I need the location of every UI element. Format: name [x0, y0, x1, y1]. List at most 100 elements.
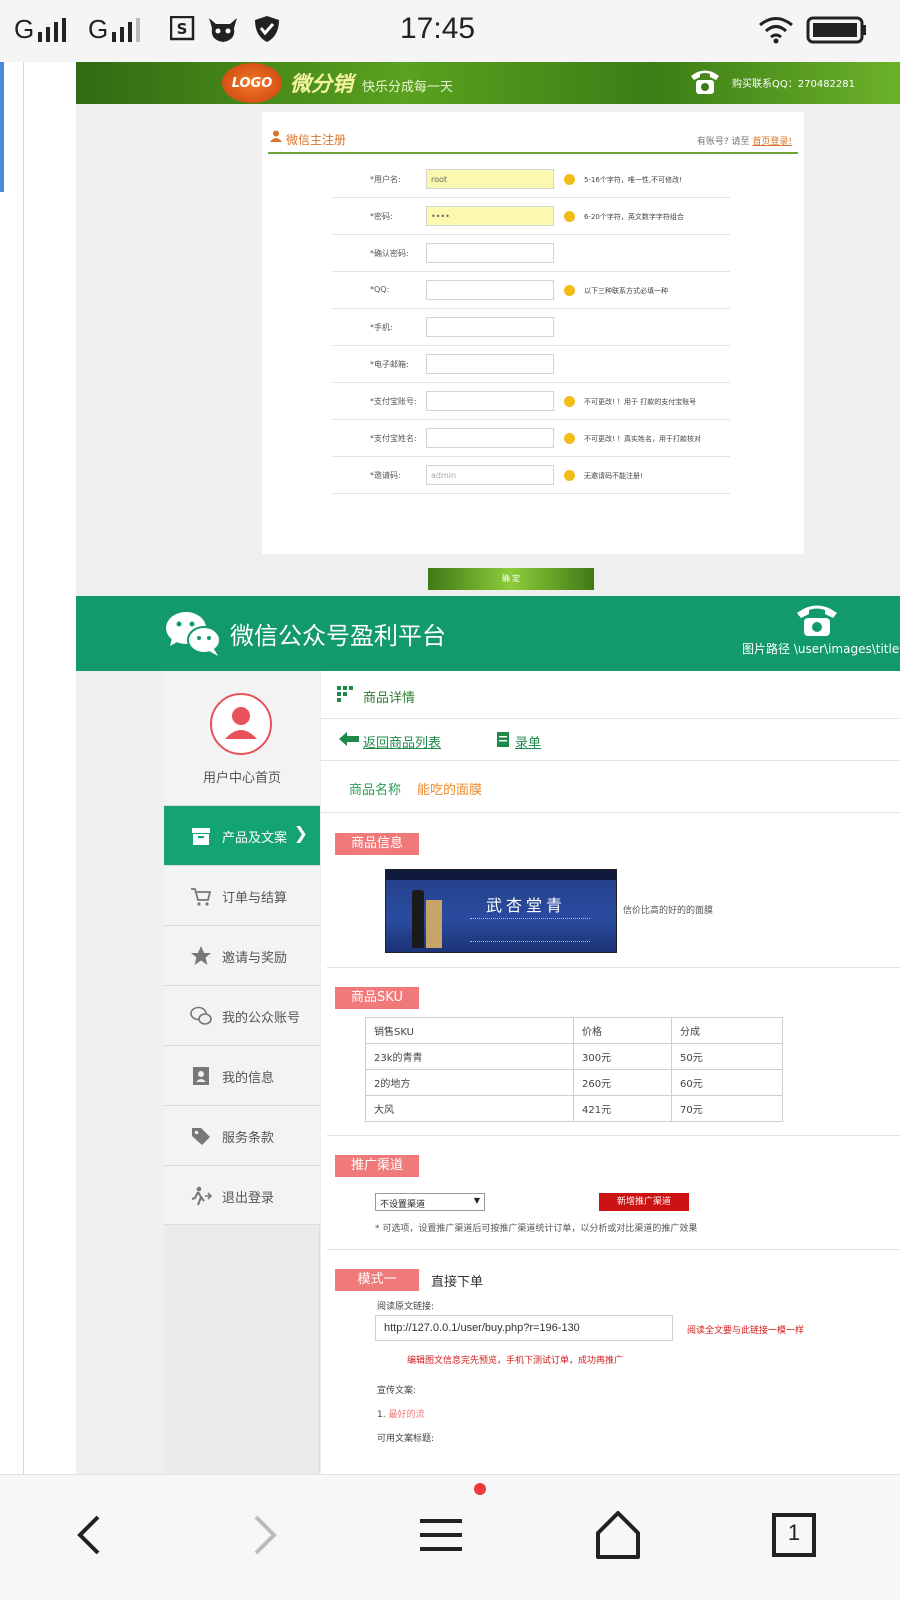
record-order-link[interactable]: 录单 — [515, 732, 541, 751]
page-title: 商品详情 — [363, 691, 416, 706]
field-label: *用户名: — [370, 175, 401, 184]
browser-bottom-nav: 1 — [0, 1474, 900, 1600]
qq-contact: 购买联系QQ：270482281 — [732, 79, 856, 90]
field-label: *密码: — [370, 212, 393, 221]
table-cell: 70元 — [671, 1095, 783, 1122]
brand-name: 微分销 — [290, 72, 353, 96]
table-header: 分成 — [671, 1017, 783, 1044]
promo-label: 宣传文案: — [377, 1386, 417, 1396]
qq-field[interactable] — [426, 280, 554, 300]
product-name: 能吃的面膜 — [417, 783, 483, 798]
section-tag-info: 商品信息 — [335, 833, 419, 855]
section-tag-sku: 商品SKU — [335, 987, 419, 1009]
wifi-icon — [759, 17, 793, 44]
table-cell: 50元 — [671, 1043, 783, 1070]
form-row-alipay-account: *支付宝账号: 不可更改! ！用于 打款的支付宝账号 — [332, 384, 730, 420]
form-row-username: *用户名: root 5-16个字符，唯一性,不可修改! — [332, 162, 730, 198]
table-cell: 300元 — [573, 1043, 672, 1070]
submit-button[interactable]: 确 定 — [428, 568, 594, 590]
promo-item-text: 最好的流 — [388, 1410, 425, 1420]
table-cell: 23k的青青 — [365, 1043, 574, 1070]
table-cell: 421元 — [573, 1095, 672, 1122]
phone-field[interactable] — [426, 317, 554, 337]
form-row-qq: *QQ: 以下三种联系方式必填一种 — [332, 273, 730, 309]
login-link[interactable]: 首页登录! — [752, 137, 792, 147]
channel-note: * 可选项，设置推广渠道后可按推广渠道统计订单，以分析或对比渠道的推广效果 — [375, 1224, 698, 1234]
signal-strength-icon — [38, 18, 66, 42]
user-icon — [270, 130, 282, 142]
sidebar-item-orders[interactable]: 订单与结算 — [164, 865, 320, 925]
hint-icon — [564, 396, 575, 407]
table-row: 大风 421元 70元 — [365, 1095, 783, 1122]
sidebar-item-logout[interactable]: 退出登录 — [164, 1165, 320, 1225]
home-icon[interactable] — [588, 1505, 648, 1565]
product-name-row: 商品名称 能吃的面膜 — [321, 761, 900, 813]
sidebar-home-label: 用户中心首页 — [202, 771, 281, 786]
breadcrumb: 商品详情 — [321, 671, 900, 719]
field-hint: 以下三种联系方式必填一种 — [584, 287, 668, 295]
email-field[interactable] — [426, 354, 554, 374]
add-channel-button[interactable]: 新增推广渠道 — [599, 1193, 689, 1211]
cart-icon — [191, 888, 212, 906]
table-cell: 60元 — [671, 1069, 783, 1096]
field-label: *支付宝账号: — [370, 397, 417, 406]
tabs-button[interactable]: 1 — [764, 1505, 824, 1565]
alipay-account-field[interactable] — [426, 391, 554, 411]
hint-icon — [564, 285, 575, 296]
platform-header: 微信公众号盈利平台 图片路径 \user\images\title.j — [76, 596, 900, 671]
sidebar-item-official-account[interactable]: 我的公众账号 — [164, 985, 320, 1045]
alipay-name-field[interactable] — [426, 428, 554, 448]
web-viewport[interactable]: LOGO 微分销 快乐分成每一天 购买联系QQ：270482281 微信主注册 … — [0, 62, 900, 1474]
sidebar-item-my-info[interactable]: 我的信息 — [164, 1045, 320, 1105]
sku-table: 销售SKU 价格 分成 23k的青青 300元 50元 2的地方 260元 60… — [365, 1017, 783, 1122]
sidebar-item-label: 订单与结算 — [222, 891, 288, 906]
slogan: 快乐分成每一天 — [362, 80, 454, 95]
field-hint: 不可更改! ！用于 打款的支付宝账号 — [584, 398, 697, 406]
document-icon — [497, 732, 509, 747]
registration-form: 微信主注册 有账号? 请至 首页登录! *用户名: root 5-16个字符，唯… — [262, 112, 804, 590]
menu-icon[interactable] — [412, 1505, 472, 1565]
mode-title: 直接下单 — [431, 1275, 484, 1290]
sidebar-item-label: 我的信息 — [222, 1071, 275, 1086]
hint-icon — [564, 433, 575, 444]
title-label: 可用文案标题: — [377, 1434, 435, 1444]
promo-item-number: 1. — [377, 1410, 386, 1420]
username-field[interactable]: root — [426, 169, 554, 189]
field-label: *电子邮箱: — [370, 360, 409, 369]
confirm-password-field[interactable] — [426, 243, 554, 263]
back-to-list-link[interactable]: 返回商品列表 — [363, 732, 441, 751]
field-label: *确认密码: — [370, 249, 409, 258]
back-icon[interactable] — [60, 1505, 120, 1565]
password-field[interactable]: •••• — [426, 206, 554, 226]
svg-text:S: S — [177, 20, 188, 38]
table-header: 价格 — [573, 1017, 672, 1044]
invite-code-field[interactable]: admin — [426, 465, 554, 485]
sidebar-item-invite[interactable]: 邀请与奖励 — [164, 925, 320, 985]
sidebar-item-label: 邀请与奖励 — [222, 951, 288, 966]
left-gutter — [0, 62, 24, 1474]
site-logo[interactable]: LOGO — [222, 63, 282, 103]
image-top-strip — [386, 870, 616, 880]
product-image[interactable]: 武杏堂青 — [385, 869, 617, 953]
battery-icon — [806, 16, 866, 44]
forward-icon[interactable] — [234, 1505, 294, 1565]
form-row-alipay-name: *支付宝姓名: 不可更改! ！真实姓名，用于打款核对 — [332, 421, 730, 457]
table-header-row: 销售SKU 价格 分成 — [365, 1017, 783, 1044]
main-content: 商品详情 返回商品列表 录单 商品名称 能吃的面膜 商品信息 武杏堂青 信价比高… — [321, 671, 900, 1474]
bottle-shape — [412, 890, 424, 948]
form-row-email: *电子邮箱: — [332, 347, 730, 383]
action-bar: 返回商品列表 录单 — [321, 719, 900, 761]
telephone-icon — [797, 605, 837, 636]
tag-icon — [192, 1128, 210, 1145]
read-link-field[interactable]: http://127.0.0.1/user/buy.php?r=196-130 — [375, 1315, 673, 1341]
sidebar-item-products[interactable]: 产品及文案 ❯ — [164, 805, 320, 865]
form-row-invite-code: *邀请码: admin 无邀请码不能注册! — [332, 458, 730, 494]
table-row: 23k的青青 300元 50元 — [365, 1043, 783, 1070]
hint-icon — [564, 174, 575, 185]
sidebar-item-home[interactable]: 用户中心首页 — [164, 671, 320, 805]
table-cell: 大风 — [365, 1095, 574, 1122]
channel-select[interactable]: 不设置渠道 ▼ — [375, 1193, 485, 1211]
sidebar-item-terms[interactable]: 服务条款 — [164, 1105, 320, 1165]
login-prompt: 有账号? 请至 首页登录! — [697, 134, 792, 147]
table-header: 销售SKU — [365, 1017, 574, 1044]
